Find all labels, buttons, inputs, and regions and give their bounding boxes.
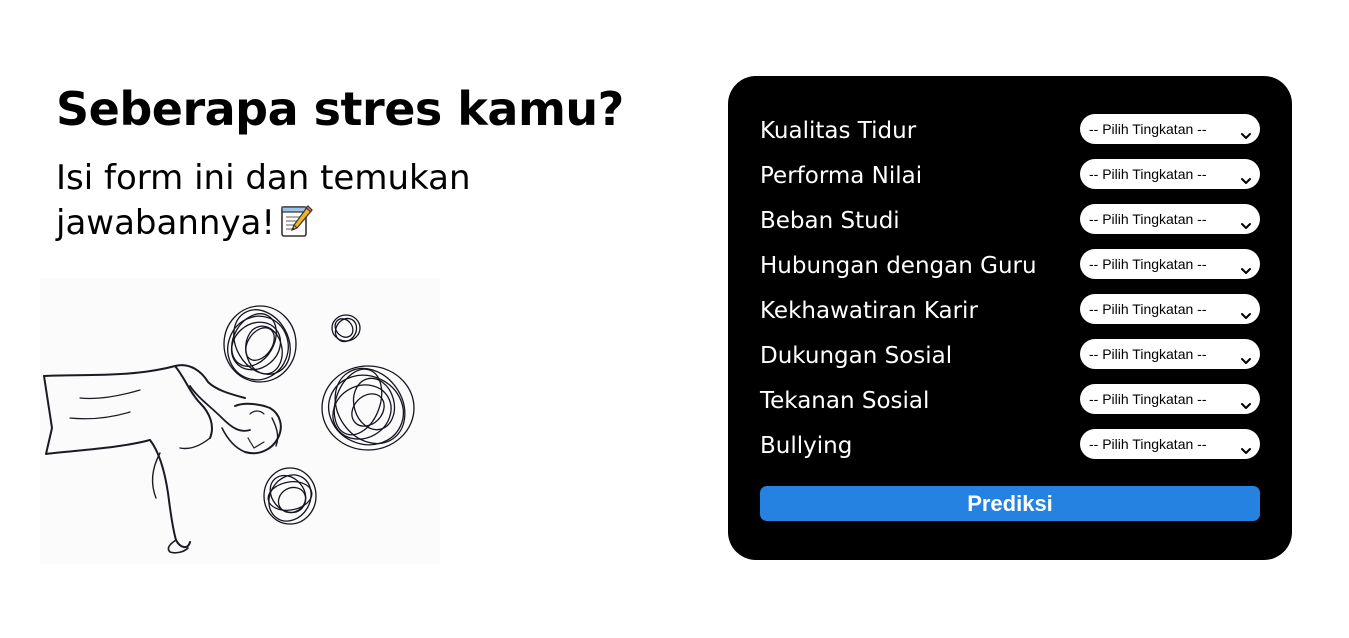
select-bullying[interactable]: -- Pilih Tingkatan --: [1080, 429, 1260, 459]
field-label: Bullying: [760, 433, 853, 459]
chevron-down-icon: [1240, 347, 1252, 364]
select-value: -- Pilih Tingkatan --: [1089, 211, 1207, 227]
select-value: -- Pilih Tingkatan --: [1089, 301, 1207, 317]
form-row-kekhawatiran-karir: Kekhawatiran Karir -- Pilih Tingkatan --: [760, 294, 1260, 328]
predict-button[interactable]: Prediksi: [760, 486, 1260, 521]
form-row-performa-nilai: Performa Nilai -- Pilih Tingkatan --: [760, 159, 1260, 193]
stressed-person-illustration: [40, 278, 440, 564]
chevron-down-icon: [1240, 437, 1252, 454]
chevron-down-icon: [1240, 212, 1252, 229]
select-hubungan-dengan-guru[interactable]: -- Pilih Tingkatan --: [1080, 249, 1260, 279]
select-tekanan-sosial[interactable]: -- Pilih Tingkatan --: [1080, 384, 1260, 414]
field-label: Kualitas Tidur: [760, 118, 917, 144]
chevron-down-icon: [1240, 302, 1252, 319]
select-dukungan-sosial[interactable]: -- Pilih Tingkatan --: [1080, 339, 1260, 369]
field-label: Dukungan Sosial: [760, 343, 953, 369]
field-label: Performa Nilai: [760, 163, 923, 189]
chevron-down-icon: [1240, 257, 1252, 274]
page-title: Seberapa stres kamu?: [56, 82, 624, 136]
field-label: Beban Studi: [760, 208, 900, 234]
chevron-down-icon: [1240, 122, 1252, 139]
field-label: Tekanan Sosial: [760, 388, 930, 414]
select-kualitas-tidur[interactable]: -- Pilih Tingkatan --: [1080, 114, 1260, 144]
select-beban-studi[interactable]: -- Pilih Tingkatan --: [1080, 204, 1260, 234]
field-label: Hubungan dengan Guru: [760, 253, 1037, 279]
select-value: -- Pilih Tingkatan --: [1089, 166, 1207, 182]
select-performa-nilai[interactable]: -- Pilih Tingkatan --: [1080, 159, 1260, 189]
hero-section: Seberapa stres kamu? Isi form ini dan te…: [0, 0, 700, 638]
form-row-kualitas-tidur: Kualitas Tidur -- Pilih Tingkatan --: [760, 114, 1260, 148]
stress-form-card: Kualitas Tidur -- Pilih Tingkatan -- Per…: [728, 76, 1292, 560]
select-value: -- Pilih Tingkatan --: [1089, 346, 1207, 362]
form-row-hubungan-dengan-guru: Hubungan dengan Guru -- Pilih Tingkatan …: [760, 249, 1260, 283]
memo-icon: [279, 202, 313, 238]
subtitle-text: Isi form ini dan temukan jawabannya!: [56, 158, 471, 243]
form-row-beban-studi: Beban Studi -- Pilih Tingkatan --: [760, 204, 1260, 238]
form-row-bullying: Bullying -- Pilih Tingkatan --: [760, 429, 1260, 463]
form-row-dukungan-sosial: Dukungan Sosial -- Pilih Tingkatan --: [760, 339, 1260, 373]
select-value: -- Pilih Tingkatan --: [1089, 256, 1207, 272]
form-row-tekanan-sosial: Tekanan Sosial -- Pilih Tingkatan --: [760, 384, 1260, 418]
chevron-down-icon: [1240, 392, 1252, 409]
field-label: Kekhawatiran Karir: [760, 298, 978, 324]
select-value: -- Pilih Tingkatan --: [1089, 391, 1207, 407]
chevron-down-icon: [1240, 167, 1252, 184]
page-subtitle: Isi form ini dan temukan jawabannya!: [56, 156, 576, 246]
select-value: -- Pilih Tingkatan --: [1089, 121, 1207, 137]
select-kekhawatiran-karir[interactable]: -- Pilih Tingkatan --: [1080, 294, 1260, 324]
select-value: -- Pilih Tingkatan --: [1089, 436, 1207, 452]
